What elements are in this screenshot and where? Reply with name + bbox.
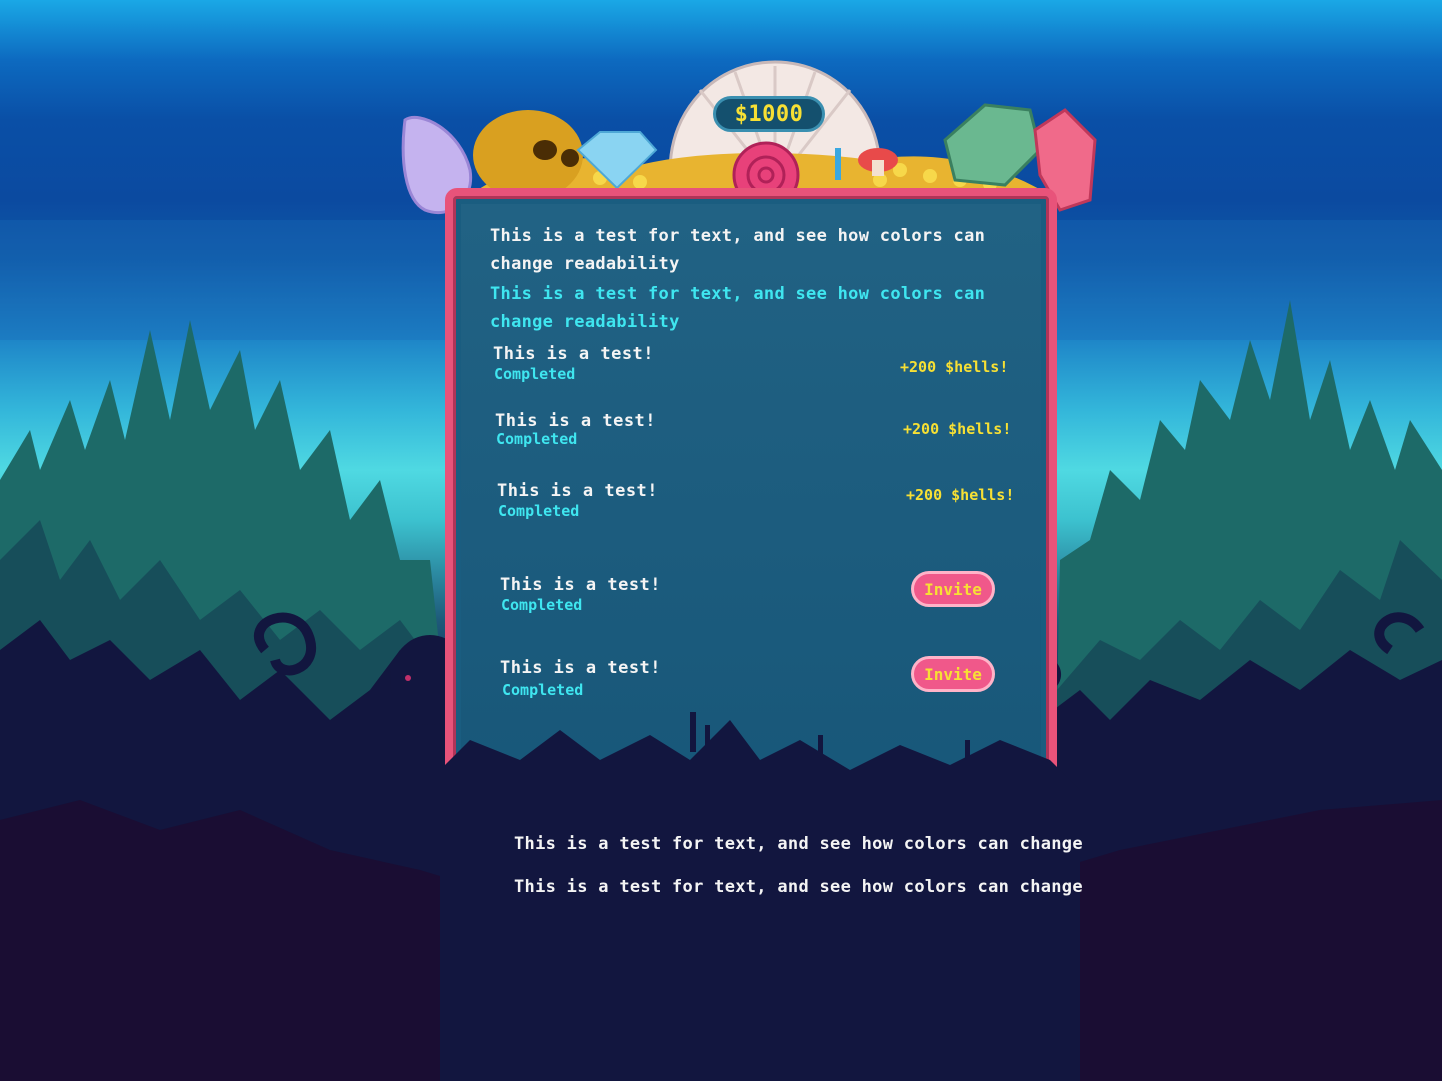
game-scene: $1000 This is a test for text, and see h… <box>0 0 1442 1081</box>
footer-line-2: This is a test for text, and see how col… <box>514 877 1083 897</box>
footer-line-1: This is a test for text, and see how col… <box>514 834 1083 854</box>
foreground-silhouette <box>440 712 1080 1081</box>
